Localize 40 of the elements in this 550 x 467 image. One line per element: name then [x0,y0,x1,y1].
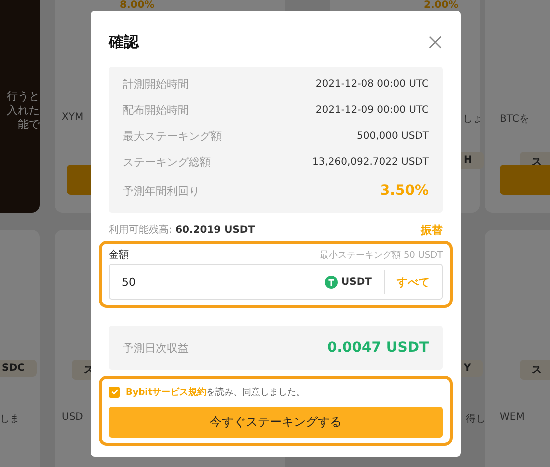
transfer-link[interactable]: 振替 [421,222,443,238]
rate-text: 2.00% [424,0,459,11]
promo-text: 入れた [7,104,40,118]
agreement-text: Bybitサービス規約を読み、同意しました。 [126,386,306,398]
card-text: WEM [500,412,525,423]
tag-label: SDC [0,360,37,377]
card-text: しま [0,413,20,426]
rate-text: 8.00% [120,0,155,11]
info-label: 予測年間利回り [123,184,200,198]
coin-icon [324,276,338,288]
estimate-value: 0.0047 USDT [327,340,429,356]
card-text: BTCを [500,113,530,126]
estimate-label: 予測日次収益 [123,340,189,356]
card-text: 得し [466,413,486,426]
promo-text: 行うと [7,90,40,104]
amount-label: 金額 [109,248,129,262]
terms-link[interactable]: Bybitサービス規約 [126,388,207,398]
amount-field[interactable]: 50 USDT すべて [109,264,443,300]
card-text: USD [62,412,84,423]
minimum-text: 最小ステーキング額 50 USDT [320,250,443,262]
currency-label: USDT [342,276,372,288]
info-value: 13,260,092.7022 USDT [312,156,429,168]
promo-text: 能で [18,118,40,132]
agree-checkbox[interactable] [109,386,120,398]
info-value: 500,000 USDT [356,130,429,142]
info-label: ステーキング総額 [123,154,211,170]
close-icon[interactable] [428,34,443,50]
info-value: 2021-12-08 00:00 UTC [316,78,429,90]
dialog-title: 確認 [109,32,139,52]
info-label: 配布開始時間 [123,102,189,118]
card-text: XYM [62,112,84,123]
tag-label: ス [520,360,550,380]
info-label: 最大ステーキング額 [123,128,222,144]
info-label: 計測開始時間 [123,76,189,92]
stake-now-button[interactable]: 今すぐステーキングする [109,407,443,438]
balance-text: 利用可能残高: 60.2019 USDT [109,224,256,237]
all-button[interactable]: すべて [384,270,442,294]
info-value: 3.50% [380,183,429,199]
info-value: 2021-12-09 00:00 UTC [316,104,429,116]
card-text: しょ [463,113,483,126]
